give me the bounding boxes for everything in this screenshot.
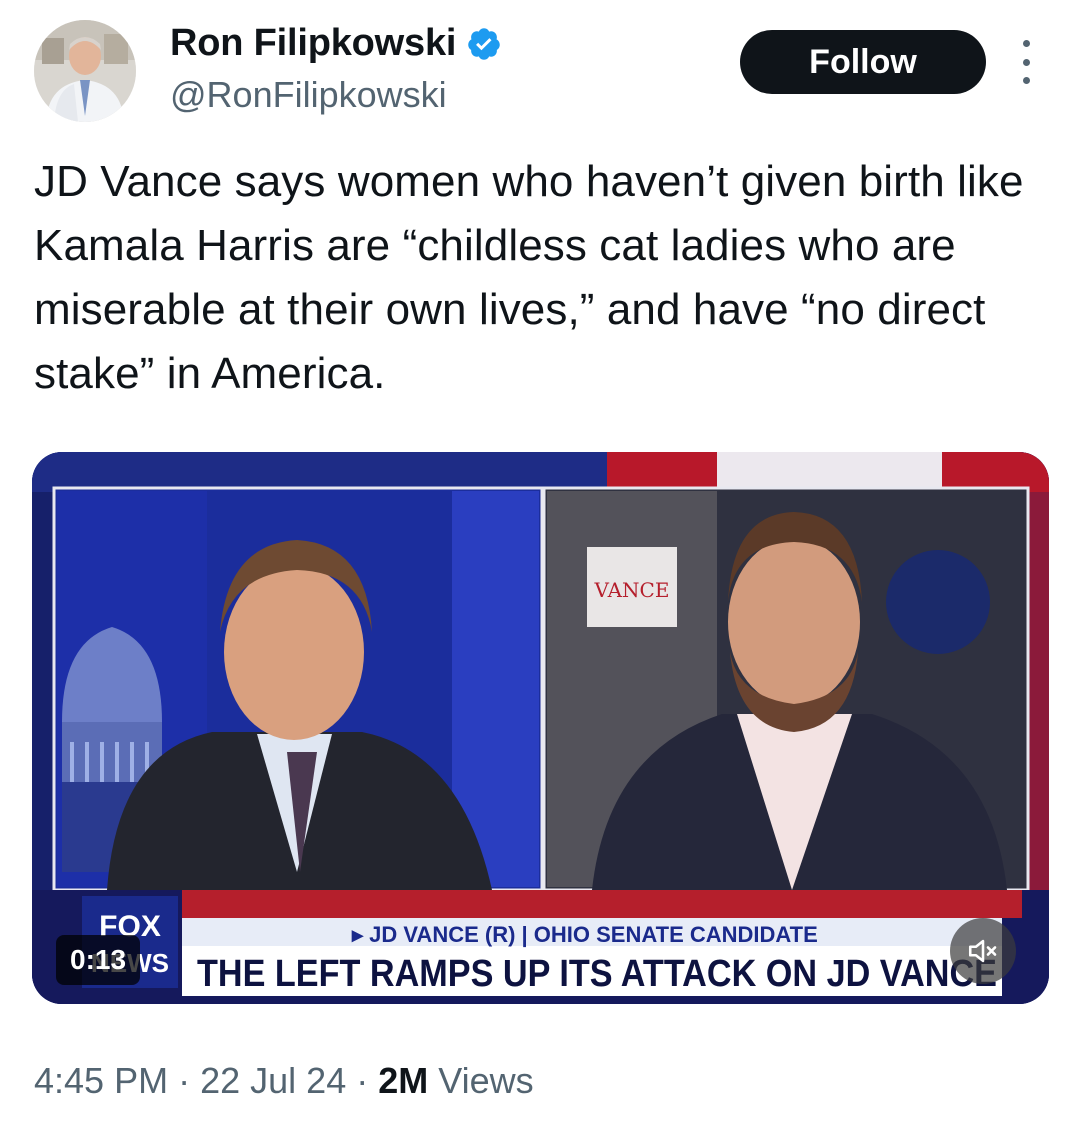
video-player[interactable]: VANCE ▸ JD VANCE (R) | OHIO SENATE CANDI… <box>32 452 1049 1004</box>
meta-separator: · <box>178 1060 191 1101</box>
tweet-header: Ron Filipkowski @RonFilipkowski Follow <box>0 0 1080 130</box>
chyron-headline: THE LEFT RAMPS UP ITS ATTACK ON JD VANCE <box>197 953 997 995</box>
follow-button[interactable]: Follow <box>740 30 986 94</box>
speaker-muted-icon[interactable] <box>950 918 1016 984</box>
views-count[interactable]: 2M <box>378 1060 428 1101</box>
tweet-time[interactable]: 4:45 PM <box>34 1060 168 1101</box>
video-duration: 0:13 <box>56 935 141 985</box>
author-name[interactable]: Ron Filipkowski <box>170 22 456 65</box>
author-name-row: Ron Filipkowski <box>170 22 502 65</box>
meta-separator: · <box>356 1060 369 1101</box>
tweet-meta: 4:45 PM · 22 Jul 24 · 2M Views <box>34 1060 534 1102</box>
author-handle[interactable]: @RonFilipkowski <box>170 74 447 116</box>
more-vertical-icon[interactable] <box>1014 40 1038 84</box>
views-label: Views <box>438 1060 534 1101</box>
campaign-sign-text: VANCE <box>594 578 670 602</box>
chyron-subtitle: ▸ JD VANCE (R) | OHIO SENATE CANDIDATE <box>351 922 818 947</box>
avatar[interactable] <box>34 20 136 122</box>
video-frame: VANCE ▸ JD VANCE (R) | OHIO SENATE CANDI… <box>32 452 1049 1004</box>
tweet-text: JD Vance says women who haven’t given bi… <box>34 157 1024 398</box>
tweet-date[interactable]: 22 Jul 24 <box>200 1060 346 1101</box>
verified-badge-icon <box>468 27 500 60</box>
